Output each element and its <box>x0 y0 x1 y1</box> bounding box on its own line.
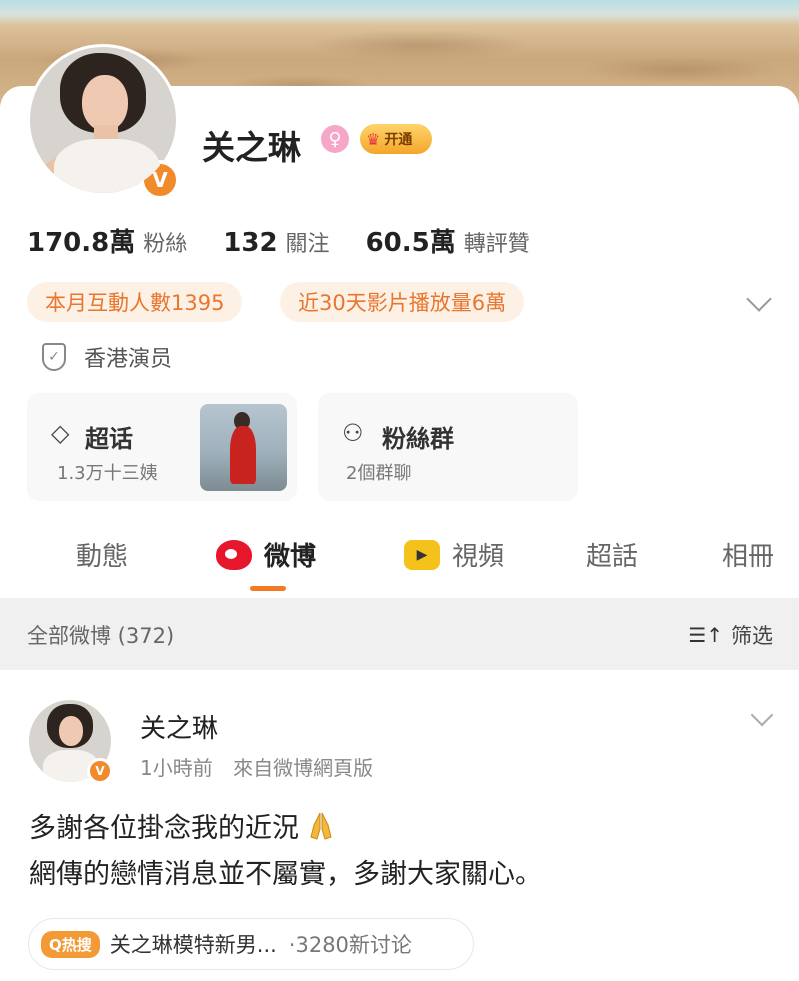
post-line-2: 網傳的戀情消息並不屬實，多謝大家關心。 <box>29 859 542 890</box>
post-menu-chevron-icon[interactable] <box>750 703 774 727</box>
followers-label[interactable]: 粉絲 <box>143 226 187 258</box>
shield-icon: ✓ <box>42 343 66 371</box>
tab-album-label: 相冊 <box>722 542 775 572</box>
profile-stats: 170.8萬 粉絲 132 關注 60.5萬 轉評贊 <box>27 222 566 259</box>
hot-search-chip[interactable]: Q热搜 关之琳模特新男... ·3280新讨论 <box>28 918 474 970</box>
hot-search-text: 关之琳模特新男... <box>109 933 277 957</box>
vip-open-button[interactable]: ♛ 开通 <box>360 124 432 154</box>
praying-hands-icon <box>310 812 332 840</box>
following-label[interactable]: 關注 <box>286 226 330 258</box>
video-plays-pill[interactable]: 近30天影片播放量6萬 <box>280 282 525 322</box>
video-icon: ▶ <box>404 539 440 570</box>
tab-video[interactable]: ▶ 視頻 <box>404 536 504 573</box>
tab-dynamics[interactable]: 動態 <box>76 536 128 573</box>
post-verified-badge-icon: V <box>87 758 113 784</box>
engagement-count: 60.5萬 <box>365 228 456 258</box>
tab-supertopic[interactable]: 超話 <box>586 536 638 573</box>
profile-tabs: 動態 微博 ▶ 視頻 超話 相冊 <box>0 520 799 596</box>
tab-weibo-label: 微博 <box>264 542 317 572</box>
followers-count[interactable]: 170.8萬 <box>27 222 135 259</box>
filter-button[interactable]: ☰↑ 筛选 <box>688 620 773 650</box>
hot-search-tag: Q热搜 <box>41 930 100 958</box>
post-source: 來自微博網頁版 <box>233 756 374 780</box>
filter-bar: 全部微博 (372) ☰↑ 筛选 <box>0 598 799 670</box>
vip-label: 开通 <box>384 132 413 148</box>
crown-icon: ♛ <box>366 129 381 149</box>
weibo-logo-icon <box>216 539 252 570</box>
supertopic-thumbnail[interactable] <box>200 404 287 491</box>
supertopic-subtitle: 1.3万十三姨 <box>57 463 158 484</box>
tab-supertopic-label: 超話 <box>586 542 639 572</box>
tab-album[interactable]: 相冊 <box>722 536 774 573</box>
sort-icon: ☰↑ <box>688 623 723 647</box>
tab-weibo[interactable]: 微博 <box>216 536 316 573</box>
certification-text: 香港演员 <box>84 347 173 372</box>
fans-group-tile[interactable]: ⚇ 粉絲群 2個群聊 <box>318 393 578 501</box>
female-icon: ♀ <box>321 125 349 153</box>
post-content: 多謝各位掛念我的近況 網傳的戀情消息並不屬實，多謝大家關心。 <box>29 806 542 898</box>
tab-dynamics-label: 動態 <box>76 542 129 572</box>
active-tab-indicator <box>250 586 286 591</box>
people-icon: ⚇ <box>342 419 364 447</box>
fans-group-subtitle: 2個群聊 <box>346 463 412 484</box>
diamond-icon: ◇ <box>51 419 70 447</box>
following-count[interactable]: 132 <box>223 228 277 258</box>
supertopic-title: 超话 <box>85 425 133 453</box>
interaction-pill[interactable]: 本月互動人數1395 <box>27 282 243 322</box>
post-author[interactable]: 关之琳 <box>140 708 218 745</box>
profile-avatar[interactable] <box>27 44 179 196</box>
all-weibo-count: 全部微博 (372) <box>27 624 175 648</box>
post-time: 1小時前 <box>140 756 213 780</box>
hot-search-count: ·3280新讨论 <box>288 933 412 957</box>
post-line-1: 多謝各位掛念我的近況 <box>29 806 542 852</box>
fans-group-title: 粉絲群 <box>382 425 454 453</box>
tab-video-label: 視頻 <box>452 542 505 572</box>
engagement-label: 轉評贊 <box>463 232 530 257</box>
profile-name: 关之琳 <box>202 128 301 167</box>
certification-row: ✓ 香港演员 <box>42 341 172 373</box>
filter-label: 筛选 <box>731 624 773 648</box>
post-meta: 1小時前 來自微博網頁版 <box>140 752 373 781</box>
